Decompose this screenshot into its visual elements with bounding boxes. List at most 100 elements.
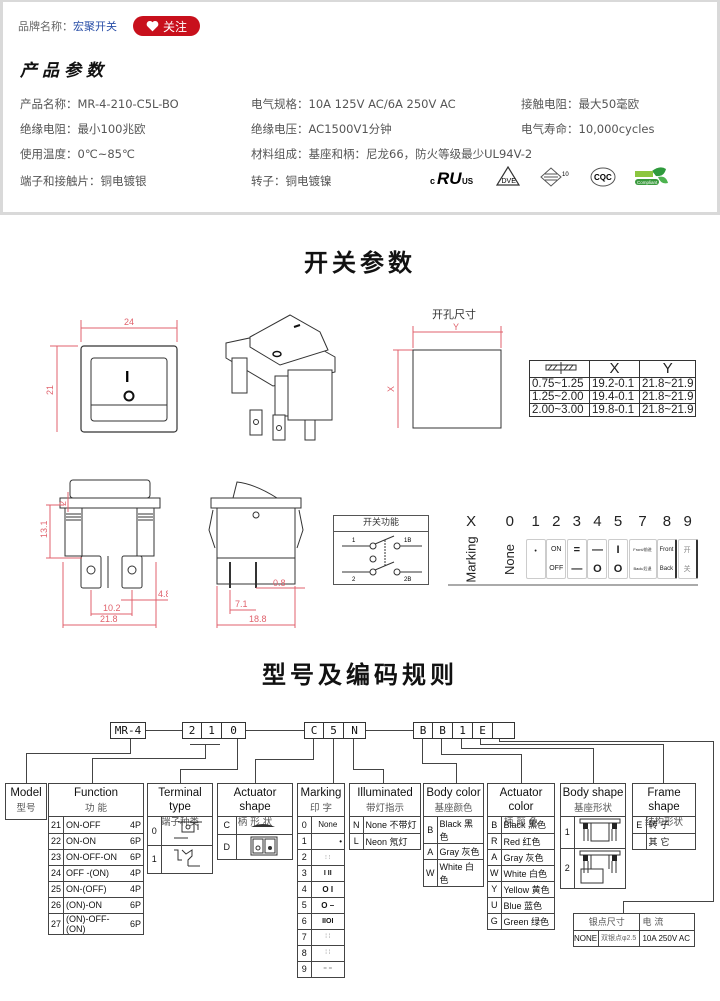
actuator-color-row: R Red 红色 (488, 832, 554, 849)
svg-text:Compliant: Compliant (637, 180, 658, 185)
front-width-label: 24 (124, 317, 134, 327)
contact-row: NONE 双银点φ2.5 10A 250V AC (574, 929, 694, 946)
switch-function-diagram: 开关功能 1 1B 2 2B (333, 515, 429, 585)
marking-cell: IO (608, 539, 629, 579)
group-illuminated: Illuminated 带灯指示 N None 不带灯 L Neon 氖灯 (349, 783, 421, 850)
current-header: 电 流 (642, 918, 664, 929)
front-height-label: 21 (45, 385, 55, 395)
frame-shape-row: 其 它 (633, 832, 695, 849)
param-terminal: 端子和接触片：铜电镀银 (20, 174, 147, 188)
vde-logo-icon: DVE (496, 166, 520, 186)
function-row: 26 (ON)-ON 6P (49, 896, 143, 913)
enec-logo-icon: 10 (540, 167, 569, 187)
frame-shape-row: E转 子 (633, 817, 695, 833)
cutout-drawing: Y X (386, 322, 503, 429)
svg-text:RU: RU (437, 169, 462, 187)
front-view-drawing: 24 21 I (45, 317, 178, 433)
actuator-shape-row: C (218, 817, 292, 834)
param-electrical-life: 电气寿命：10,000cycles (521, 122, 655, 136)
actuator-color-row: Y Yellow 黄色 (488, 880, 554, 897)
dim-21-8-label: 21.8 (100, 614, 118, 624)
svg-text:DVE: DVE (502, 178, 517, 185)
heart-icon (146, 20, 159, 32)
body-color-row: W White 白色 (424, 859, 483, 886)
certification-logos: c RU US DVE 10 CQC Compliant (430, 165, 670, 189)
marking-row: 9 = = (298, 960, 344, 977)
section-title-product-params: 产品参数 (20, 61, 108, 81)
code-part-function-terminal: 210 (182, 722, 246, 739)
body-color-row: B Black 黑色 (424, 817, 483, 844)
side-view-drawing: 13.1 2 4.8 10.2 21.8 (39, 479, 168, 628)
end-view-drawing: 0.8 7.1 18.8 (208, 481, 305, 628)
svg-text:c: c (430, 176, 435, 186)
actuator-color-row: W White 白色 (488, 864, 554, 881)
actuator-color-row: A Gray 灰色 (488, 848, 554, 865)
marking-none: None (502, 543, 518, 575)
mark-on-label: I (125, 369, 129, 386)
body-shape-row: 2 (561, 847, 625, 888)
marking-row: 1 • (298, 832, 344, 849)
cutout-header-y: Y (638, 360, 697, 378)
function-row: 25 ON-(OFF) 4P (49, 880, 143, 897)
svg-text:CQC: CQC (594, 173, 612, 182)
function-row: 22 ON-ON 6P (49, 832, 143, 849)
rohs-compliant-logo-icon: Compliant (635, 167, 668, 185)
brand-link[interactable]: 宏聚开关 (73, 20, 117, 33)
dim-7-1-label: 7.1 (235, 599, 248, 609)
group-function: Function 功 能 21 ON-OFF 4P 22 ON-ON 6P 23 ON-OF… (48, 783, 144, 935)
height-dimension: 21 (45, 345, 78, 432)
marking-cell: Front Back (656, 539, 677, 579)
group-frame-shape: Frame shape 结构形状 E转 子 其 它 (632, 783, 696, 850)
follow-label: 关注 (162, 19, 187, 34)
switch-schematic-icon: 1 1B 2 2B (342, 535, 422, 583)
width-dimension: 24 (80, 317, 178, 342)
param-material: 材料组成：基座和柄：尼龙66，防火等级最少UL94V-2 (251, 147, 533, 161)
group-marking: Marking 印 字 0 None 1 • 2 ⁝ ⁝ 3I II 4O I 5O –… (297, 783, 345, 978)
dim-10-2-label: 10.2 (103, 603, 121, 613)
dim-18-8-label: 18.8 (249, 614, 267, 624)
marking-row: 2 ⁝ ⁝ (298, 848, 344, 865)
actuator-color-row: G Green 绿色 (488, 912, 554, 929)
group-actuator-color: Actuator color 柄 颜 色 B Black 黑色 R Red 红色 AG… (487, 783, 555, 930)
cutout-y-label: Y (453, 322, 459, 332)
illuminated-row: N None 不带灯 (350, 817, 420, 833)
marking-row: 3I II (298, 864, 344, 881)
cutout-row: 1.25~2.00 19.4-0.1 21.8~21.9 (529, 390, 697, 404)
function-row: 21 ON-OFF 4P (49, 817, 143, 833)
body-color-row: A Gray 灰色 (424, 843, 483, 860)
group-body-shape: Body shape 基座形状 1 2 (560, 783, 626, 889)
function-row: 23 ON-OFF-ON 6P (49, 848, 143, 865)
marking-x-header: X (466, 512, 477, 530)
perspective-view-drawing (225, 314, 336, 441)
brand-label: 品牌名称： (18, 20, 73, 33)
actuator-shape-d-icon (250, 836, 277, 855)
cutout-header-x: X (589, 360, 640, 378)
param-product-name: 产品名称：MR-4-210-C5L-BO (20, 97, 179, 111)
dim-2-label: 2 (58, 501, 68, 506)
param-insulation-voltage: 绝缘电压：AC1500V1分钟 (251, 122, 392, 136)
cutout-x-label: X (386, 386, 396, 392)
cutout-table: X Y 0.75~1.25 19.2-0.1 21.8~21.9 1.25~2.00… (529, 360, 697, 417)
group-body-color: Body color 基座颜色 B Black 黑色 A Gray 灰色 W White… (423, 783, 484, 887)
cutout-row: 0.75~1.25 19.2-0.1 21.8~21.9 (529, 377, 697, 391)
dim-4-8-label: 4.8 (158, 589, 168, 599)
body-shape-1-icon (579, 818, 620, 842)
marking-row: 7 ⁞ ⁞ (298, 928, 344, 945)
terminal-type-0-icon (173, 821, 202, 839)
function-row: 27 (ON)-OFF-(ON) 6P (49, 912, 143, 934)
marking-row: 8 ⁞ ⁞ (298, 944, 344, 961)
svg-text:10: 10 (562, 172, 569, 178)
param-electrical-spec: 电气规格：10A 125V AC/6A 250V AC (251, 97, 456, 111)
code-part-actuator-marking-illum: C5N (304, 722, 366, 739)
actuator-shape-c-icon (250, 824, 275, 828)
terminal-type-1-icon (173, 849, 200, 867)
dim-13-1-label: 13.1 (39, 520, 49, 538)
section-title-coding-rules: 型号及编码规则 (262, 661, 458, 689)
marking-row-label: Marking (463, 535, 479, 583)
marking-options-table: X 012 345 789 Marking None • ON OFF = — — O… (448, 508, 698, 586)
marking-cell: 开关 (677, 539, 698, 579)
terminal-row: 1 (148, 844, 212, 873)
follow-button[interactable]: 关注 (133, 16, 200, 36)
function-row: 24 OFF -(ON) 4P (49, 864, 143, 881)
panel-thickness-icon (529, 360, 590, 378)
